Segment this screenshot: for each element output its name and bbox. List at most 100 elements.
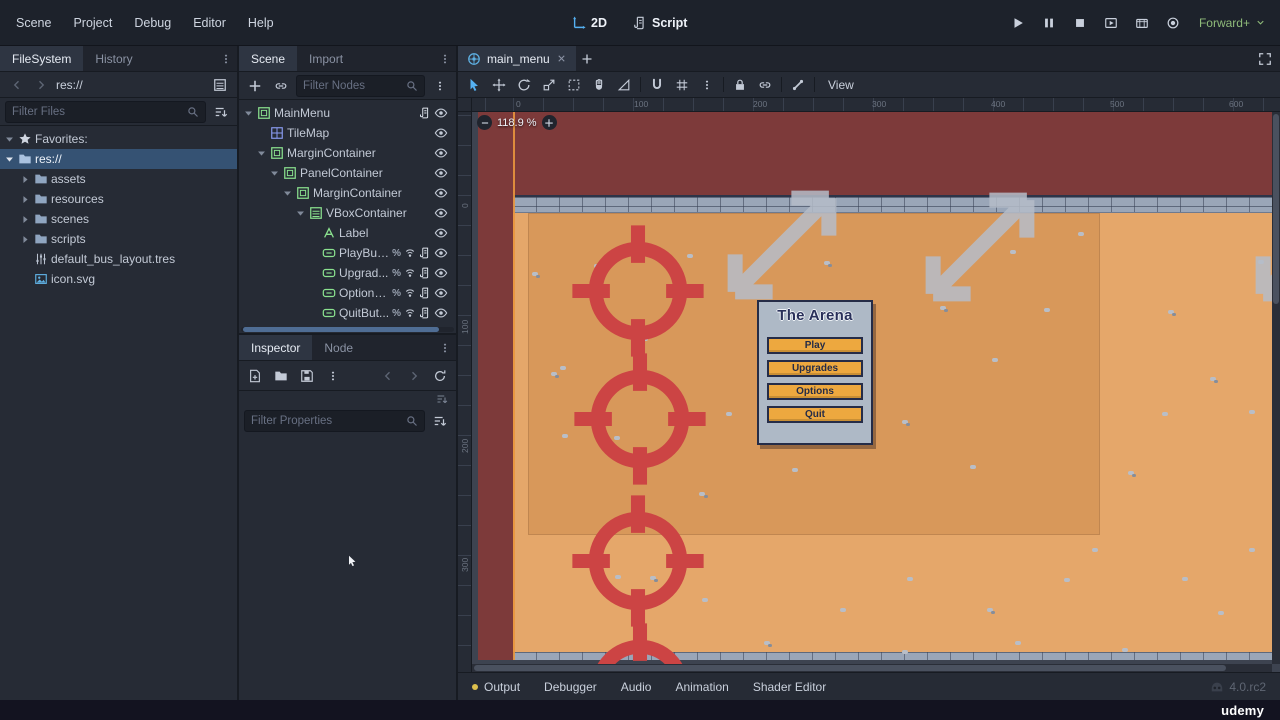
canvas-vertical-scrollbar[interactable] [1272,112,1280,664]
pan-tool-button[interactable] [587,74,611,96]
scrollbar-thumb[interactable] [243,327,439,332]
tab-inspector[interactable]: Inspector [239,335,313,360]
history-forward-button[interactable] [403,365,425,387]
menu-scene[interactable]: Scene [16,16,51,30]
visibility-eye-icon[interactable] [434,226,448,240]
workspace-script-button[interactable]: Script [633,16,687,30]
new-scene-tab-button[interactable] [576,48,598,70]
zoom-level[interactable]: 118.9 % [497,117,537,129]
game-options-button[interactable]: Options [767,383,863,400]
caret-down-icon[interactable] [295,208,306,219]
bottom-tab-shader-editor[interactable]: Shader Editor [753,680,826,694]
node-quitbutton[interactable]: QuitBut... % [239,303,456,323]
history-back-button[interactable] [377,365,399,387]
nav-forward-button[interactable] [30,74,52,96]
visibility-eye-icon[interactable] [434,306,448,320]
script-icon[interactable] [419,307,431,319]
tab-node[interactable]: Node [312,335,365,360]
new-resource-button[interactable] [244,365,266,387]
scale-tool-button[interactable] [537,74,561,96]
list-select-tool-button[interactable] [562,74,586,96]
visibility-eye-icon[interactable] [434,186,448,200]
filesystem-menu-button[interactable] [215,46,237,71]
tree-item-favorites[interactable]: Favorites: [0,129,237,149]
node-margincontainer-2[interactable]: MarginContainer [239,183,456,203]
tab-filesystem[interactable]: FileSystem [0,46,84,71]
bottom-tab-animation[interactable]: Animation [675,680,728,694]
file-sort-button[interactable] [210,101,232,123]
movie-mode-button[interactable] [1162,12,1184,34]
caret-down-icon[interactable] [256,148,267,159]
filter-nodes-input[interactable]: Filter Nodes [296,74,425,97]
inspector-menu-button[interactable] [434,335,456,360]
tree-item-assets[interactable]: assets [0,169,237,189]
ruler-tool-button[interactable] [612,74,636,96]
caret-down-icon[interactable] [269,168,280,179]
visibility-eye-icon[interactable] [434,106,448,120]
group-node-button[interactable] [753,74,777,96]
menu-project[interactable]: Project [73,16,112,30]
toggle-split-mode-button[interactable] [209,74,231,96]
caret-right-icon[interactable] [20,214,31,225]
stop-button[interactable] [1069,12,1091,34]
select-tool-button[interactable] [462,74,486,96]
caret-right-icon[interactable] [20,174,31,185]
signal-connection-icon[interactable] [404,267,416,279]
bottom-tab-output[interactable]: Output [472,680,520,694]
workspace-2d-button[interactable]: 2D [572,15,607,30]
node-upgradesbutton[interactable]: Upgrad... % [239,263,456,283]
close-icon[interactable] [556,53,567,64]
signal-connection-icon[interactable] [404,307,416,319]
game-upgrades-button[interactable]: Upgrades [767,360,863,377]
node-playbutton[interactable]: PlayBut... % [239,243,456,263]
nav-back-button[interactable] [6,74,28,96]
visibility-eye-icon[interactable] [434,166,448,180]
tree-item-res-root[interactable]: res:// [0,149,237,169]
tree-item-scripts[interactable]: scripts [0,229,237,249]
scene-dock-menu-button[interactable] [434,46,456,71]
tree-item-icon-svg[interactable]: icon.svg [0,269,237,289]
signal-connection-icon[interactable] [404,247,416,259]
node-vboxcontainer[interactable]: VBoxContainer [239,203,456,223]
visibility-eye-icon[interactable] [434,206,448,220]
save-resource-button[interactable] [296,365,318,387]
lock-node-button[interactable] [728,74,752,96]
menu-debug[interactable]: Debug [134,16,171,30]
scene-tree-menu-button[interactable] [429,75,451,97]
node-mainmenu[interactable]: MainMenu [239,103,456,123]
script-icon[interactable] [419,247,431,259]
script-icon[interactable] [419,267,431,279]
tree-item-resources[interactable]: resources [0,189,237,209]
tree-item-scenes[interactable]: scenes [0,209,237,229]
node-tilemap[interactable]: TileMap [239,123,456,143]
visibility-eye-icon[interactable] [434,146,448,160]
scrollbar-thumb[interactable] [1273,114,1279,304]
script-icon[interactable] [419,107,431,119]
scene-tab-main-menu[interactable]: main_menu [458,46,576,71]
tab-import[interactable]: Import [297,46,355,71]
caret-right-icon[interactable] [20,194,31,205]
pause-button[interactable] [1038,12,1060,34]
resource-extra-button[interactable] [322,365,344,387]
node-margincontainer[interactable]: MarginContainer [239,143,456,163]
node-label-node[interactable]: Label [239,223,456,243]
menu-editor[interactable]: Editor [193,16,226,30]
tab-history[interactable]: History [83,46,144,71]
signal-connection-icon[interactable] [404,287,416,299]
2d-canvas[interactable]: 0 100 200 300 400 500 600 0 100 200 300 [458,98,1280,672]
caret-down-icon[interactable] [4,134,15,145]
instance-scene-button[interactable] [270,75,292,97]
bottom-tab-debugger[interactable]: Debugger [544,680,597,694]
visibility-eye-icon[interactable] [434,246,448,260]
script-icon[interactable] [419,287,431,299]
smart-snap-button[interactable] [645,74,669,96]
zoom-out-button[interactable] [477,115,492,130]
scrollbar-thumb[interactable] [474,665,1226,671]
tab-scene[interactable]: Scene [239,46,298,71]
add-node-button[interactable] [244,75,266,97]
menu-help[interactable]: Help [248,16,274,30]
property-sort-button[interactable] [429,410,451,432]
skeleton-options-button[interactable] [786,74,810,96]
visibility-eye-icon[interactable] [434,286,448,300]
unique-name-badge[interactable]: % [392,288,401,299]
